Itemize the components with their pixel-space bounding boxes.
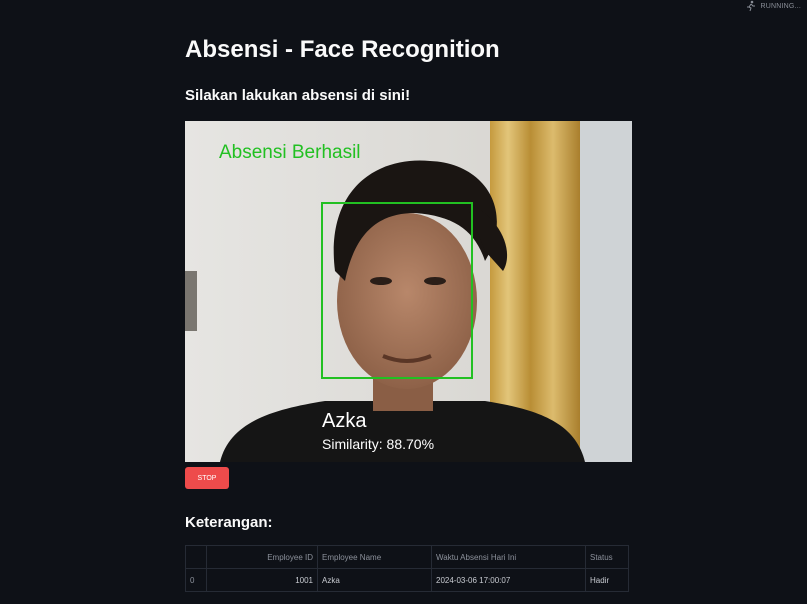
page-title: Absensi - Face Recognition [185,36,500,63]
row-index: 0 [185,568,207,592]
running-icon [746,0,755,12]
cell-employee-id[interactable]: 1001 [206,568,318,592]
column-header-employee-id[interactable]: Employee ID [206,545,318,569]
status-widget: RUNNING... [745,0,802,12]
column-header-index [185,545,207,569]
camera-feed: Absensi Berhasil Azka Similarity: 88.70% [185,121,632,462]
cell-employee-name[interactable]: Azka [317,568,432,592]
overlay-face-name: Azka [322,410,367,432]
cell-time[interactable]: 2024-03-06 17:00:07 [431,568,586,592]
attendance-table: Employee ID Employee Name Waktu Absensi … [185,545,629,592]
stop-button[interactable]: STOP [185,467,229,489]
overlay-similarity: Similarity: 88.70% [322,436,434,452]
section-title-keterangan: Keterangan: [185,514,273,531]
page-subtitle: Silakan lakukan absensi di sini! [185,87,411,104]
table-header-row: Employee ID Employee Name Waktu Absensi … [185,545,629,569]
column-header-status[interactable]: Status [585,545,629,569]
camera-frame: Absensi Berhasil Azka Similarity: 88.70% [185,121,632,462]
status-label: RUNNING... [760,2,801,10]
column-header-employee-name[interactable]: Employee Name [317,545,432,569]
column-header-time[interactable]: Waktu Absensi Hari Ini [431,545,586,569]
cell-status[interactable]: Hadir [585,568,629,592]
table-row: 0 1001 Azka 2024-03-06 17:00:07 Hadir [185,568,629,592]
overlay-status-text: Absensi Berhasil [219,142,361,163]
